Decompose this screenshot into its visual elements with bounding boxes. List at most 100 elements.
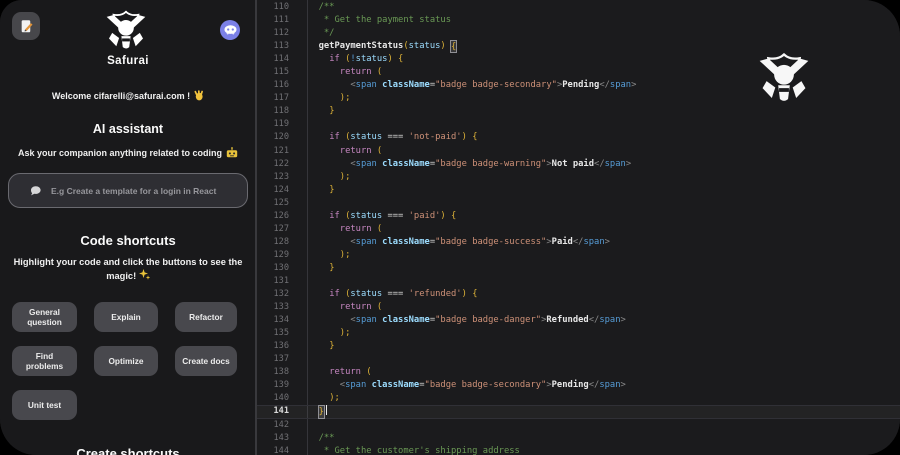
shortcut-button-grid: General question Explain Refactor Find p… — [12, 302, 239, 420]
code-line-135[interactable]: 135 ); — [257, 327, 900, 340]
code-line-114[interactable]: 114 if (!status) { — [257, 53, 900, 66]
line-number: 129 — [257, 249, 289, 262]
welcome-text: Welcome cifarelli@safurai.com ! — [0, 90, 256, 101]
safurai-sidebar: Safurai Welcome cifarelli@safurai.com ! … — [0, 0, 256, 455]
code-line-129[interactable]: 129 ); — [257, 249, 900, 262]
shortcut-button-explain[interactable]: Explain — [94, 302, 158, 332]
line-number: 112 — [257, 27, 289, 40]
prompt-input-container[interactable] — [8, 173, 248, 208]
line-number: 140 — [257, 392, 289, 405]
code-line-113[interactable]: 113 getPaymentStatus(status) { — [257, 40, 900, 53]
note-edit-button[interactable] — [12, 12, 40, 40]
line-number: 143 — [257, 432, 289, 445]
code-line-140[interactable]: 140 ); — [257, 392, 900, 405]
code-editor[interactable]: 110 /**111 * Get the payment status112 *… — [257, 0, 900, 455]
code-line-127[interactable]: 127 return ( — [257, 223, 900, 236]
text-cursor — [326, 405, 328, 415]
code-line-141[interactable]: 141 } — [257, 405, 900, 418]
ai-assistant-subtext: Ask your companion anything related to c… — [0, 147, 256, 158]
create-shortcuts-heading: Create shortcuts — [0, 446, 256, 455]
shortcut-button-general-question[interactable]: General question — [12, 302, 77, 332]
line-number: 139 — [257, 379, 289, 392]
discord-icon — [224, 25, 237, 35]
code-lines[interactable]: 110 /**111 * Get the payment status112 *… — [257, 0, 900, 455]
line-number: 127 — [257, 223, 289, 236]
line-number: 136 — [257, 340, 289, 353]
line-number: 128 — [257, 236, 289, 249]
code-line-111[interactable]: 111 * Get the payment status — [257, 14, 900, 27]
line-number: 130 — [257, 262, 289, 275]
shortcut-button-create-docs[interactable]: Create docs — [175, 346, 237, 376]
robot-emoji — [226, 147, 238, 158]
code-shortcuts-heading: Code shortcuts — [0, 233, 256, 248]
line-number: 119 — [257, 118, 289, 131]
code-line-121[interactable]: 121 return ( — [257, 145, 900, 158]
line-number: 115 — [257, 66, 289, 79]
code-line-116[interactable]: 116 <span className="badge badge-seconda… — [257, 79, 900, 92]
line-number: 134 — [257, 314, 289, 327]
line-number: 133 — [257, 301, 289, 314]
line-number: 142 — [257, 419, 289, 432]
code-line-131[interactable]: 131 — [257, 275, 900, 288]
shortcut-button-find-problems[interactable]: Find problems — [12, 346, 77, 376]
code-line-132[interactable]: 132 if (status === 'refunded') { — [257, 288, 900, 301]
line-number: 124 — [257, 184, 289, 197]
wave-emoji — [194, 90, 204, 101]
code-line-137[interactable]: 137 — [257, 353, 900, 366]
code-line-110[interactable]: 110 /** — [257, 1, 900, 14]
line-number: 113 — [257, 40, 289, 53]
line-number: 116 — [257, 79, 289, 92]
line-number: 122 — [257, 158, 289, 171]
code-line-142[interactable]: 142 — [257, 419, 900, 432]
safurai-logo — [103, 10, 149, 54]
app-window: Safurai Welcome cifarelli@safurai.com ! … — [0, 0, 900, 455]
code-line-130[interactable]: 130 } — [257, 262, 900, 275]
shortcut-button-refactor[interactable]: Refactor — [175, 302, 237, 332]
code-line-117[interactable]: 117 ); — [257, 92, 900, 105]
code-shortcuts-subtext: Highlight your code and click the button… — [13, 256, 243, 283]
line-number: 111 — [257, 14, 289, 27]
ai-assistant-heading: AI assistant — [0, 122, 256, 136]
code-line-134[interactable]: 134 <span className="badge badge-danger"… — [257, 314, 900, 327]
shortcut-button-optimize[interactable]: Optimize — [94, 346, 158, 376]
code-line-138[interactable]: 138 return ( — [257, 366, 900, 379]
line-number: 137 — [257, 353, 289, 366]
line-number: 123 — [257, 171, 289, 184]
code-line-118[interactable]: 118 } — [257, 105, 900, 118]
code-line-124[interactable]: 124 } — [257, 184, 900, 197]
line-number: 114 — [257, 53, 289, 66]
line-number: 138 — [257, 366, 289, 379]
prompt-input[interactable] — [49, 185, 237, 197]
code-line-133[interactable]: 133 return ( — [257, 301, 900, 314]
line-number: 126 — [257, 210, 289, 223]
line-number: 141 — [257, 405, 289, 418]
line-number: 135 — [257, 327, 289, 340]
line-number: 120 — [257, 131, 289, 144]
code-line-115[interactable]: 115 return ( — [257, 66, 900, 79]
discord-button[interactable] — [220, 20, 240, 40]
code-line-144[interactable]: 144 * Get the customer's shipping addres… — [257, 445, 900, 455]
line-number: 110 — [257, 1, 289, 14]
code-line-112[interactable]: 112 */ — [257, 27, 900, 40]
code-line-125[interactable]: 125 — [257, 197, 900, 210]
shortcut-button-unit-test[interactable]: Unit test — [12, 390, 77, 420]
code-line-122[interactable]: 122 <span className="badge badge-warning… — [257, 158, 900, 171]
line-number: 121 — [257, 145, 289, 158]
note-edit-icon — [19, 19, 34, 34]
line-number: 117 — [257, 92, 289, 105]
code-line-136[interactable]: 136 } — [257, 340, 900, 353]
code-line-119[interactable]: 119 — [257, 118, 900, 131]
line-number: 132 — [257, 288, 289, 301]
line-number: 131 — [257, 275, 289, 288]
code-line-139[interactable]: 139 <span className="badge badge-seconda… — [257, 379, 900, 392]
line-number: 118 — [257, 105, 289, 118]
code-line-120[interactable]: 120 if (status === 'not-paid') { — [257, 131, 900, 144]
chat-bubble-icon — [30, 186, 41, 196]
code-line-128[interactable]: 128 <span className="badge badge-success… — [257, 236, 900, 249]
brand-title: Safurai — [0, 55, 256, 67]
line-number: 125 — [257, 197, 289, 210]
code-line-123[interactable]: 123 ); — [257, 171, 900, 184]
code-line-126[interactable]: 126 if (status === 'paid') { — [257, 210, 900, 223]
sparkles-emoji — [139, 269, 150, 280]
code-line-143[interactable]: 143 /** — [257, 432, 900, 445]
